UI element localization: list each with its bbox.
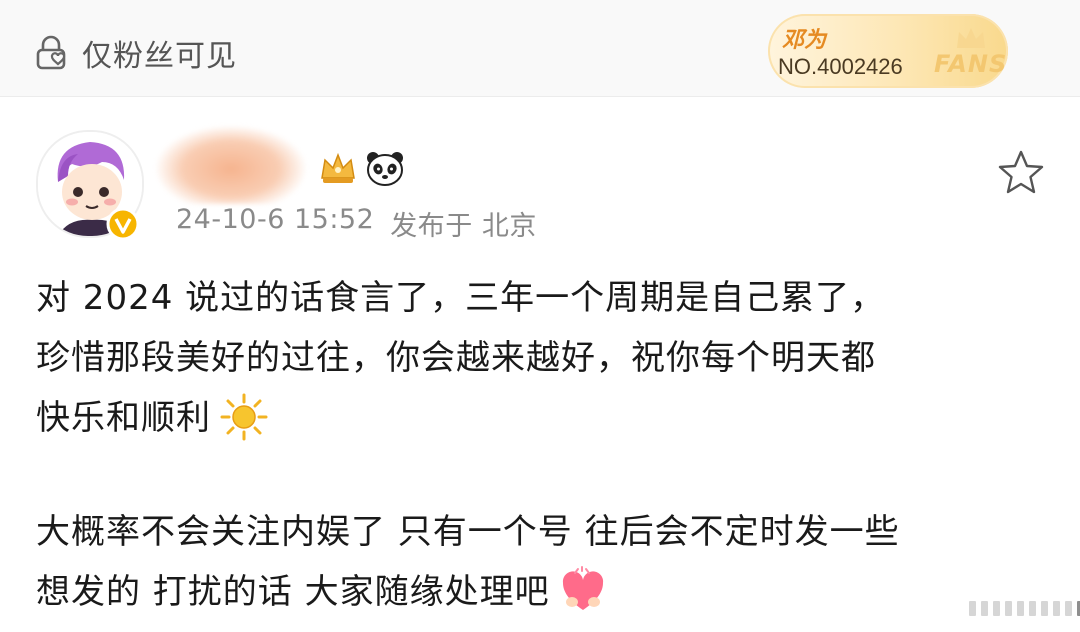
post-content: 对 2024 说过的话食言了，三年一个周期是自己累了， 珍惜那段美好的过往，你会…	[36, 268, 1046, 622]
crown-badge-icon[interactable]	[317, 148, 359, 188]
post-line: 对 2024 说过的话食言了，三年一个周期是自己累了，	[36, 278, 886, 318]
image-pager	[969, 601, 1080, 616]
post-line-with-emoji: 想发的 打扰的话 大家随缘处理吧	[36, 562, 1046, 622]
pager-dot[interactable]	[1053, 601, 1060, 616]
post-line: 珍惜那段美好的过往，你会越来越好，祝你每个明天都	[36, 338, 876, 378]
pager-dot[interactable]	[1005, 601, 1012, 616]
pager-dot[interactable]	[981, 601, 988, 616]
username-redacted[interactable]	[156, 126, 306, 204]
crown-icon	[957, 28, 985, 48]
post-meta: 24-10-6 15:52 发布于 北京	[176, 204, 537, 243]
pager-dot[interactable]	[969, 601, 976, 616]
sun-emoji-icon	[220, 393, 268, 440]
post-line: 大概率不会关注内娱了 只有一个号 往后会不定时发一些	[36, 512, 900, 552]
verified-badge-icon	[106, 207, 140, 241]
post-location: 发布于 北京	[390, 211, 537, 242]
pager-dot[interactable]	[993, 601, 1000, 616]
fans-badge-name: 邓为	[782, 28, 827, 53]
panda-badge-icon[interactable]	[364, 148, 406, 188]
fans-badge-word: FANS	[934, 50, 1008, 78]
pager-dot[interactable]	[1029, 601, 1036, 616]
post-timestamp: 24-10-6 15:52	[176, 204, 375, 235]
visibility-label: 仅粉丝可见	[82, 39, 237, 74]
visibility-indicator: 仅粉丝可见	[34, 30, 237, 76]
fans-badge[interactable]: 邓为 NO.4002426 FANS	[768, 14, 1008, 88]
heart-hug-emoji-icon	[562, 565, 603, 610]
top-bar: 仅粉丝可见 邓为 NO.4002426 FANS	[0, 0, 1080, 97]
pager-dot[interactable]	[1041, 601, 1048, 616]
pager-dot[interactable]	[1017, 601, 1024, 616]
post-line: 快乐和顺利	[36, 398, 211, 438]
post-line: 想发的 打扰的话 大家随缘处理吧	[36, 572, 550, 612]
post-line-with-emoji: 快乐和顺利	[36, 388, 1046, 448]
favorite-star-icon[interactable]	[996, 148, 1046, 196]
pager-dot[interactable]	[1065, 601, 1072, 616]
fans-badge-number: NO.4002426	[778, 54, 903, 79]
lock-heart-icon	[36, 35, 66, 70]
